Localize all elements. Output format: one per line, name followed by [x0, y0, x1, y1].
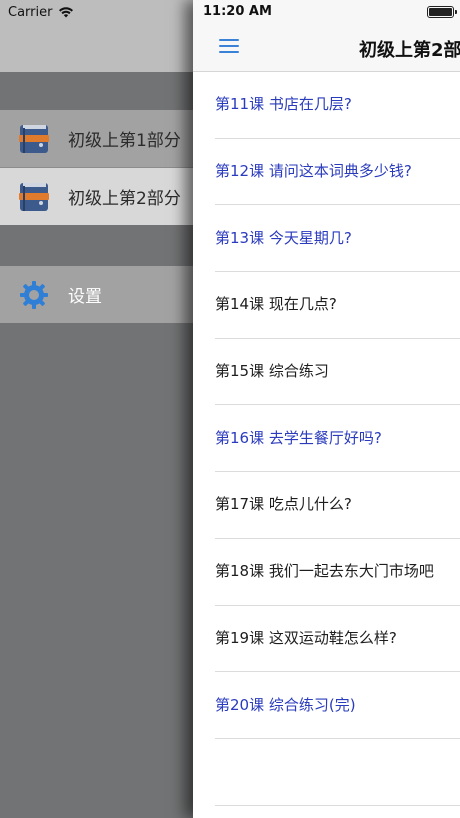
wifi-icon [59, 7, 74, 18]
lesson-row[interactable]: 第13课 今天星期几? [215, 205, 460, 273]
lesson-row[interactable]: 第16课 去学生餐厅好吗? [215, 405, 460, 473]
lesson-label: 第11课 书店在几层? [215, 95, 352, 114]
book-icon [16, 179, 52, 215]
lesson-panel: 11:20 AM 初级上第2部分 第11课 书店在几层? 第12课 请问这本词典… [193, 0, 460, 818]
lesson-row[interactable]: 第17课 吃点儿什么? [215, 472, 460, 539]
lesson-label: 第17课 吃点儿什么? [215, 495, 352, 514]
menu-header: Carrier [0, 0, 210, 72]
lesson-label: 第18课 我们一起去东大门市场吧 [215, 562, 434, 581]
menu-item-settings[interactable]: 设置 [0, 266, 210, 323]
carrier-label: Carrier [8, 4, 53, 20]
lesson-row[interactable]: 第12课 请问这本词典多少钱? [215, 139, 460, 206]
lesson-row[interactable]: 第20课 综合练习(完) [215, 672, 460, 739]
lesson-label: 第12课 请问这本词典多少钱? [215, 162, 412, 181]
lesson-label: 第13课 今天星期几? [215, 228, 352, 247]
hamburger-menu-icon[interactable] [219, 38, 239, 54]
lesson-label: 第14课 现在几点? [215, 295, 337, 314]
lesson-row[interactable]: 第18课 我们一起去东大门市场吧 [215, 539, 460, 606]
gear-icon [16, 277, 52, 313]
menu-item-part1[interactable]: 初级上第1部分 [0, 110, 210, 167]
status-carrier-area: Carrier [8, 4, 74, 20]
lesson-list: 第11课 书店在几层? 第12课 请问这本词典多少钱? 第13课 今天星期几? … [215, 72, 460, 806]
empty-row [215, 739, 460, 806]
side-menu: Carrier 初级上第1部分 初级上第2部分 设置 [0, 0, 210, 818]
menu-item-label: 初级上第1部分 [68, 131, 181, 151]
lesson-row[interactable]: 第14课 现在几点? [215, 272, 460, 339]
status-time: 11:20 AM [203, 4, 272, 19]
lesson-label: 第20课 综合练习(完) [215, 695, 356, 714]
lesson-row[interactable]: 第19课 这双运动鞋怎么样? [215, 606, 460, 673]
lesson-row[interactable]: 第15课 综合练习 [215, 339, 460, 406]
lesson-label: 第15课 综合练习 [215, 362, 329, 381]
menu-item-part2[interactable]: 初级上第2部分 [0, 168, 210, 225]
page-title: 初级上第2部分 [359, 40, 460, 61]
book-icon [16, 121, 52, 157]
lesson-label: 第19课 这双运动鞋怎么样? [215, 628, 397, 647]
menu-item-label: 初级上第2部分 [68, 189, 181, 209]
menu-item-label: 设置 [68, 287, 102, 307]
navigation-bar: 11:20 AM 初级上第2部分 [193, 0, 460, 72]
battery-icon [427, 6, 457, 18]
lesson-row[interactable]: 第11课 书店在几层? [215, 72, 460, 139]
lesson-label: 第16课 去学生餐厅好吗? [215, 428, 382, 447]
